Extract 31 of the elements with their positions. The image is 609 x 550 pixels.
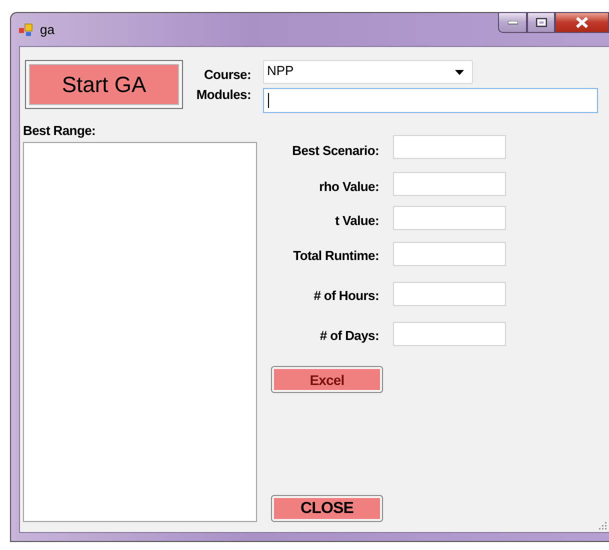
best-range-label: Best Range: <box>23 123 97 138</box>
result-field[interactable] <box>393 242 506 266</box>
modules-label: Modules: <box>196 87 251 102</box>
close-icon <box>575 17 589 28</box>
result-field[interactable] <box>393 135 506 159</box>
best-range-list[interactable] <box>23 142 257 522</box>
app-icon <box>19 22 34 36</box>
modules-input[interactable] <box>263 88 598 113</box>
excel-button[interactable]: Excel <box>271 366 383 393</box>
close-button[interactable]: CLOSE <box>271 495 383 522</box>
result-field[interactable] <box>393 206 506 230</box>
result-label: t Value: <box>334 213 379 228</box>
result-label: # of Days: <box>318 328 379 343</box>
result-field[interactable] <box>393 172 506 196</box>
result-label: Total Runtime: <box>292 248 379 262</box>
result-field[interactable] <box>393 282 506 306</box>
window-title: ga <box>40 22 54 37</box>
maximize-button[interactable] <box>527 12 555 33</box>
result-field[interactable] <box>393 322 506 346</box>
close-window-button[interactable] <box>555 12 609 33</box>
resize-grip-icon[interactable] <box>598 521 607 530</box>
course-dropdown[interactable]: NPP <box>263 60 473 84</box>
result-label: rho Value: <box>318 179 379 194</box>
result-label: Best Scenario: <box>291 142 379 158</box>
minimize-button[interactable] <box>498 12 527 33</box>
dropdown-arrow-icon <box>455 70 464 74</box>
start-ga-button[interactable]: Start GA <box>25 60 183 109</box>
maximize-icon <box>536 18 546 27</box>
result-label: # of Hours: <box>312 288 379 302</box>
minimize-icon <box>508 20 518 24</box>
course-label: Course: <box>204 67 251 82</box>
